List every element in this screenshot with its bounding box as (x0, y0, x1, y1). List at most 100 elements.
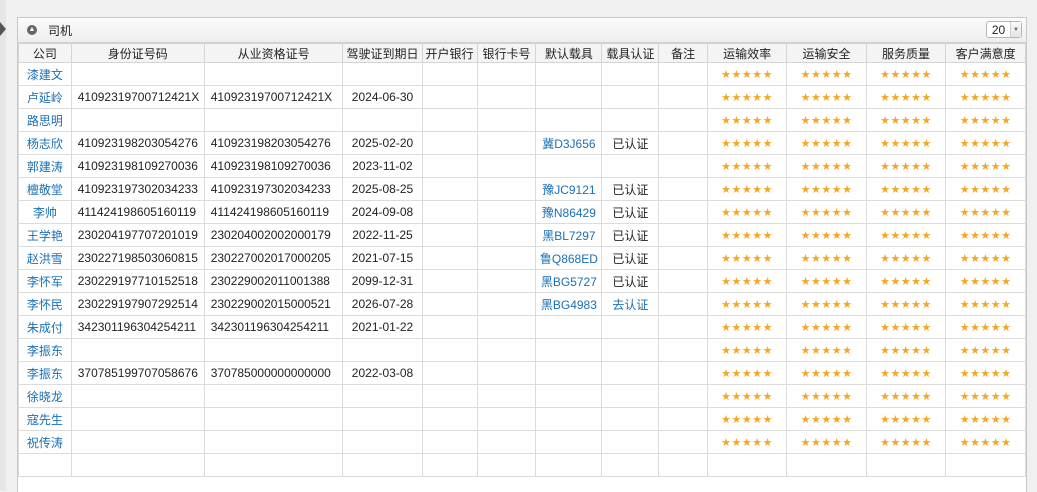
efficiency-rating: ★★★★★ (706, 384, 788, 408)
column-header[interactable]: 公司 (18, 43, 72, 63)
column-header[interactable]: 开户银行 (421, 43, 478, 63)
driver-name-link[interactable]: 路思明 (18, 108, 72, 132)
service-rating: ★★★★★ (865, 223, 947, 247)
table-row[interactable]: 李振东 370785199707058676 370785000000000000 2… (18, 361, 1026, 385)
license-expiry-cell (342, 407, 423, 431)
service-rating: ★★★★★ (865, 177, 947, 201)
column-header[interactable]: 备注 (658, 43, 708, 63)
table-row[interactable]: 朱成付 342301196304254211 342301196304254211 2… (18, 315, 1026, 339)
table-row[interactable]: 王学艳 230204197707201019 230204002002000179 2… (18, 223, 1026, 247)
expand-arrow-icon[interactable] (0, 22, 6, 36)
table-row[interactable]: 寇先生 ★★★★★ ★★★★★ ★★★★★ ★★★★★ (18, 407, 1026, 431)
efficiency-rating: ★★★★★ (706, 108, 788, 132)
safety-rating: ★★★★★ (786, 246, 867, 270)
safety-rating: ★★★★★ (786, 177, 867, 201)
table-row[interactable]: 卢延岭 41092319700712421X 41092319700712421X 2… (18, 85, 1026, 109)
driver-name-link[interactable]: 徐晓龙 (18, 384, 72, 408)
table-row[interactable]: 李振东 ★★★★★ ★★★★★ ★★★★★ ★★★★★ (18, 338, 1026, 362)
driver-name-link[interactable]: 祝传涛 (18, 430, 72, 454)
column-header[interactable]: 默认载具 (535, 43, 603, 63)
table-row[interactable]: 赵洪雪 230227198503060815 230227002017000205 2… (18, 246, 1026, 270)
default-vehicle-link[interactable]: 豫JC9121 (535, 177, 603, 201)
qualification-number-cell: 41092319700712421X (203, 85, 344, 109)
column-header[interactable]: 驾驶证到期日 (342, 43, 423, 63)
column-header[interactable]: 从业资格证号 (203, 43, 344, 63)
default-vehicle-link[interactable]: 冀D3J656 (535, 131, 603, 155)
page-size-select[interactable]: 20 ▼ (986, 21, 1022, 38)
column-header[interactable]: 服务质量 (865, 43, 947, 63)
efficiency-rating: ★★★★★ (706, 177, 788, 201)
column-header[interactable]: 身份证号码 (70, 43, 205, 63)
driver-name-link[interactable]: 赵洪雪 (18, 246, 72, 270)
vehicle-cert-cell[interactable]: 去认证 (601, 292, 660, 316)
default-vehicle-link[interactable] (535, 108, 603, 132)
default-vehicle-link[interactable] (535, 62, 603, 86)
default-vehicle-link[interactable] (535, 453, 603, 477)
driver-name-link[interactable]: 王学艳 (18, 223, 72, 247)
table-row[interactable]: 徐晓龙 ★★★★★ ★★★★★ ★★★★★ ★★★★★ (18, 384, 1026, 408)
column-header[interactable]: 运输效率 (706, 43, 788, 63)
default-vehicle-link[interactable] (535, 361, 603, 385)
safety-rating: ★★★★★ (786, 384, 867, 408)
qualification-number-cell: 370785000000000000 (203, 361, 344, 385)
table-row[interactable]: 杨志欣 410923198203054276 410923198203054276 2… (18, 131, 1026, 155)
vehicle-cert-cell: 已认证 (601, 200, 660, 224)
driver-name-link[interactable]: 李振东 (18, 338, 72, 362)
default-vehicle-link[interactable] (535, 430, 603, 454)
bank-cell (421, 154, 478, 178)
vehicle-cert-cell (601, 154, 660, 178)
default-vehicle-link[interactable]: 豫N86429 (535, 200, 603, 224)
driver-name-link[interactable] (18, 453, 72, 477)
default-vehicle-link[interactable] (535, 338, 603, 362)
table-row[interactable]: 祝传涛 ★★★★★ ★★★★★ ★★★★★ ★★★★★ (18, 430, 1026, 454)
default-vehicle-link[interactable]: 黑BG5727 (535, 269, 603, 293)
remark-cell (658, 453, 708, 477)
default-vehicle-link[interactable] (535, 154, 603, 178)
column-header[interactable]: 载具认证 (601, 43, 660, 63)
column-header[interactable]: 银行卡号 (476, 43, 537, 63)
column-header[interactable]: 运输安全 (786, 43, 867, 63)
qualification-number-cell (203, 430, 344, 454)
table-row[interactable]: 郭建涛 410923198109270036 410923198109270036 2… (18, 154, 1026, 178)
table-row[interactable]: 李怀军 230229197710152518 230229002011001388 2… (18, 269, 1026, 293)
remark-cell (658, 338, 708, 362)
driver-name-link[interactable]: 杨志欣 (18, 131, 72, 155)
table-row[interactable] (18, 453, 1026, 477)
default-vehicle-link[interactable] (535, 384, 603, 408)
driver-name-link[interactable]: 寇先生 (18, 407, 72, 431)
collapse-icon[interactable]: ▲ (27, 25, 37, 35)
table-row[interactable]: 漆建文 ★★★★★ ★★★★★ ★★★★★ ★★★★★ (18, 62, 1026, 86)
driver-name-link[interactable]: 李怀军 (18, 269, 72, 293)
column-header[interactable]: 客户满意度 (945, 43, 1026, 63)
default-vehicle-link[interactable]: 黑BG4983 (535, 292, 603, 316)
bank-card-cell (476, 384, 537, 408)
table-row[interactable]: 李帅 411424198605160119 411424198605160119 20… (18, 200, 1026, 224)
default-vehicle-link[interactable] (535, 315, 603, 339)
remark-cell (658, 407, 708, 431)
default-vehicle-link[interactable] (535, 85, 603, 109)
efficiency-rating: ★★★★★ (706, 200, 788, 224)
default-vehicle-link[interactable]: 鲁Q868ED (535, 246, 603, 270)
bank-card-cell (476, 430, 537, 454)
efficiency-rating: ★★★★★ (706, 246, 788, 270)
chevron-down-icon[interactable]: ▼ (1010, 22, 1021, 37)
qualification-number-cell: 230229002011001388 (203, 269, 344, 293)
id-number-cell: 342301196304254211 (70, 315, 205, 339)
table-row[interactable]: 檀敬堂 410923197302034233 410923197302034233 2… (18, 177, 1026, 201)
bank-card-cell (476, 315, 537, 339)
default-vehicle-link[interactable] (535, 407, 603, 431)
driver-name-link[interactable]: 檀敬堂 (18, 177, 72, 201)
default-vehicle-link[interactable]: 黑BL7297 (535, 223, 603, 247)
table-row[interactable]: 路思明 ★★★★★ ★★★★★ ★★★★★ ★★★★★ (18, 108, 1026, 132)
driver-name-link[interactable]: 卢延岭 (18, 85, 72, 109)
driver-name-link[interactable]: 李振东 (18, 361, 72, 385)
driver-name-link[interactable]: 漆建文 (18, 62, 72, 86)
qualification-number-cell: 230229002015000521 (203, 292, 344, 316)
vehicle-cert-cell (601, 315, 660, 339)
driver-name-link[interactable]: 朱成付 (18, 315, 72, 339)
satisfaction-rating: ★★★★★ (945, 315, 1026, 339)
driver-name-link[interactable]: 李怀民 (18, 292, 72, 316)
driver-name-link[interactable]: 李帅 (18, 200, 72, 224)
driver-name-link[interactable]: 郭建涛 (18, 154, 72, 178)
table-row[interactable]: 李怀民 230229197907292514 230229002015000521 2… (18, 292, 1026, 316)
